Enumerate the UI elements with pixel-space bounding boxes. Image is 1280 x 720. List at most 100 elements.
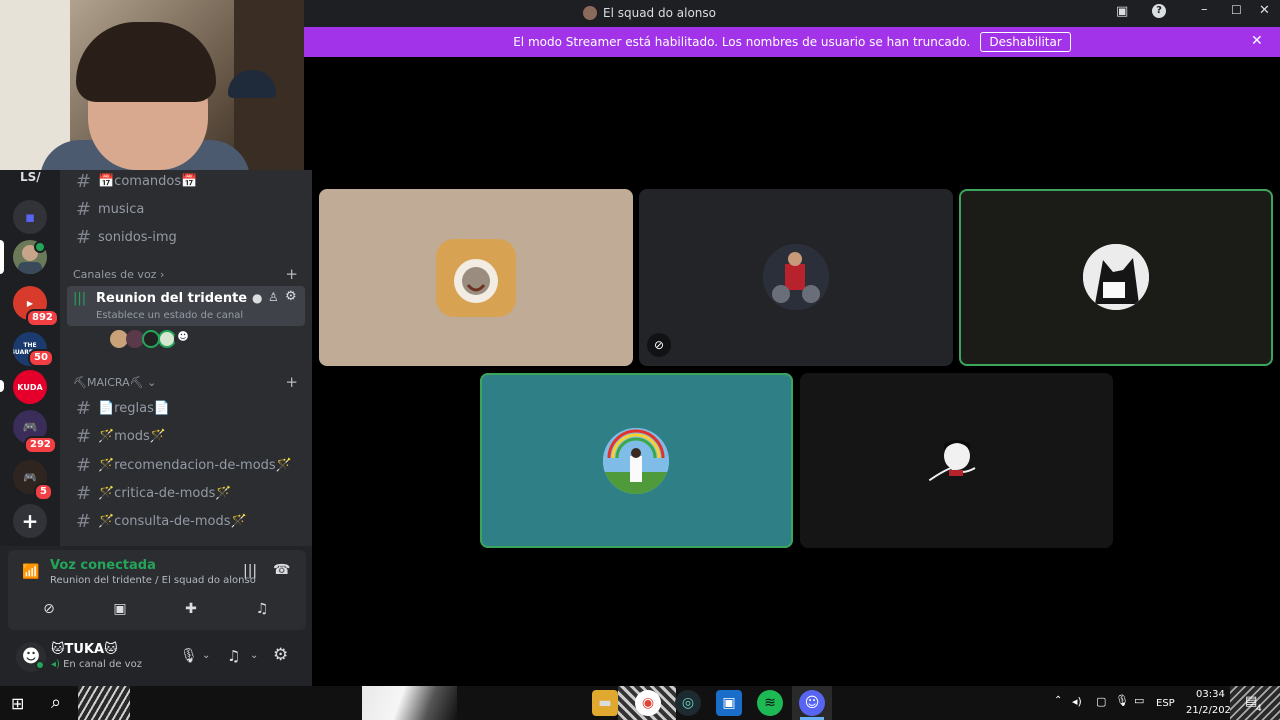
unread-badge-guardians: 50 — [28, 349, 54, 367]
participant-tile-speaking[interactable] — [959, 189, 1273, 366]
language-indicator[interactable]: ESP — [1156, 698, 1175, 709]
disconnect-icon[interactable]: ☎ — [273, 562, 290, 578]
channel-consulta-de-mods[interactable]: # 🪄consulta-de-mods🪄 — [68, 508, 304, 534]
add-channel-icon[interactable]: + — [285, 373, 298, 391]
user-settings-gear-icon[interactable]: ⚙ — [273, 645, 288, 665]
voice-indicator-icon — [34, 241, 46, 253]
search-icon[interactable]: ⌕ — [51, 692, 61, 713]
avatar: ☻ — [174, 330, 192, 348]
participant-tile[interactable] — [800, 373, 1113, 548]
activities-button[interactable]: ✚ — [159, 596, 223, 622]
banner-close-icon[interactable]: ✕ — [1251, 33, 1263, 49]
channel-list: # 📅comandos📅 # musica # sonidos-img Canales… — [60, 170, 312, 546]
channel-critica-de-mods[interactable]: # 🪄critica-de-mods🪄 — [68, 480, 304, 506]
participant-avatar-cat — [436, 239, 516, 317]
channel-sonidos-img[interactable]: # sonidos-img — [68, 224, 304, 250]
voice-wave-icon: ||| — [73, 291, 87, 306]
channel-reglas[interactable]: # 📄reglas📄 — [68, 395, 304, 421]
inbox-icon[interactable]: ▣ — [1116, 4, 1128, 19]
server-icon-kuda[interactable]: KUDA — [13, 370, 47, 404]
chevron-down-icon[interactable]: ⌄ — [250, 650, 258, 661]
headphones-icon[interactable]: ♫ — [227, 647, 240, 665]
invite-icon[interactable]: ♙ — [268, 290, 279, 304]
webcam-overlay — [0, 0, 304, 170]
activities-icon: ✚ — [185, 601, 197, 617]
close-icon[interactable]: ✕ — [1259, 3, 1270, 18]
hash-icon: # — [76, 170, 92, 192]
window-title: El squad do alonso — [603, 6, 716, 20]
disable-streamer-button[interactable]: Deshabilitar — [980, 32, 1071, 52]
chrome-icon[interactable]: ◉ — [635, 690, 661, 716]
add-server-button[interactable]: + — [13, 504, 47, 538]
unread-badge-group: 292 — [24, 436, 57, 454]
hash-icon: # — [76, 198, 92, 220]
microphone-icon[interactable]: 🎙 — [1115, 694, 1129, 707]
user-name[interactable]: 🐱TUKA🐱 — [51, 642, 118, 657]
camera-off-button[interactable]: ⊘ — [17, 596, 81, 622]
category-maicra[interactable]: ⛏MAICRA⛏ ⌄ — [73, 376, 156, 389]
folder-icon[interactable]: ▪ — [13, 200, 47, 234]
windows-start-icon[interactable]: ⊞ — [11, 694, 24, 713]
unread-badge-misc: 5 — [34, 483, 53, 501]
minimize-icon[interactable]: – — [1201, 2, 1208, 17]
volume-icon[interactable]: ◂) — [1072, 695, 1082, 708]
add-voice-channel-icon[interactable]: + — [285, 265, 298, 283]
muted-mic-icon: ⊘ — [647, 333, 671, 357]
hash-icon: # — [76, 397, 92, 419]
camera-icon[interactable]: ▢ — [1096, 695, 1106, 708]
screen-share-icon: ▣ — [113, 601, 127, 617]
hash-icon: # — [76, 226, 92, 248]
hash-icon: # — [76, 482, 92, 504]
online-status-icon — [35, 660, 45, 670]
maximize-icon[interactable]: ☐ — [1231, 3, 1242, 17]
channel-comandos[interactable]: # 📅comandos📅 — [68, 170, 304, 194]
voice-channel-status[interactable]: Establece un estado de canal — [96, 310, 243, 321]
selected-server-pill — [0, 240, 4, 274]
soundboard-icon: ♫ — [255, 601, 269, 617]
title-bar — [304, 0, 1280, 27]
screen-share-button[interactable]: ▣ — [88, 596, 152, 622]
participant-tile-speaking[interactable] — [480, 373, 793, 548]
voice-channel-name: Reunion del tridente — [96, 291, 248, 306]
camera-off-icon: ⊘ — [43, 601, 55, 617]
speaker-icon: ◂) — [51, 659, 60, 670]
app-icon[interactable]: ◎ — [675, 690, 701, 716]
taskbar-app-thumbnail[interactable] — [362, 686, 457, 720]
soundboard-button[interactable]: ♫ — [230, 596, 294, 622]
channel-recomendacion-de-mods[interactable]: # 🪄recomendacion-de-mods🪄 — [68, 452, 304, 478]
participant-avatar — [1083, 244, 1149, 310]
participant-tile[interactable]: ⊘ — [639, 189, 953, 366]
chat-icon[interactable]: ● — [252, 291, 262, 305]
voice-location[interactable]: Reunion del tridente / El squad do alons… — [50, 575, 256, 586]
file-explorer-icon[interactable]: ▬ — [592, 690, 618, 716]
help-icon[interactable]: ? — [1152, 4, 1166, 18]
spotify-icon[interactable]: ≋ — [757, 690, 783, 716]
discord-icon[interactable]: ☺ — [799, 690, 825, 716]
chevron-down-icon[interactable]: ⌄ — [202, 650, 210, 661]
hash-icon: # — [76, 454, 92, 476]
channel-musica[interactable]: # musica — [68, 196, 304, 222]
unread-badge-youtube: 892 — [26, 309, 59, 327]
noise-suppression-icon[interactable]: ||| — [243, 563, 257, 579]
hash-icon: # — [76, 425, 92, 447]
notification-count: 4 — [1256, 704, 1262, 714]
voice-channel-active[interactable]: ||| Reunion del tridente Establece un es… — [67, 286, 305, 326]
channel-mods[interactable]: # 🪄mods🪄 — [68, 423, 304, 449]
participant-avatar — [923, 428, 989, 494]
banner-text: El modo Streamer está habilitado. Los no… — [513, 35, 971, 49]
hash-icon: # — [76, 510, 92, 532]
chevron-up-icon[interactable]: ⌃ — [1054, 695, 1062, 706]
server-label-top: LS/ — [20, 170, 41, 184]
microphone-icon[interactable]: 🎙 — [180, 648, 198, 664]
voice-member-avatars[interactable]: ☻ — [110, 330, 200, 348]
category-voice[interactable]: Canales de voz › — [73, 268, 164, 281]
clock-time[interactable]: 03:34 — [1196, 689, 1225, 700]
participant-tile[interactable] — [319, 189, 633, 366]
participant-avatar — [603, 428, 669, 494]
gear-icon[interactable]: ⚙ — [285, 289, 297, 304]
network-icon[interactable]: ▭ — [1134, 694, 1144, 707]
voice-status[interactable]: Voz conectada — [50, 558, 156, 573]
app-window-icon[interactable]: ▣ — [716, 690, 742, 716]
taskbar-app-thumbnail[interactable] — [78, 686, 130, 720]
signal-icon[interactable]: 📶 — [22, 564, 39, 580]
